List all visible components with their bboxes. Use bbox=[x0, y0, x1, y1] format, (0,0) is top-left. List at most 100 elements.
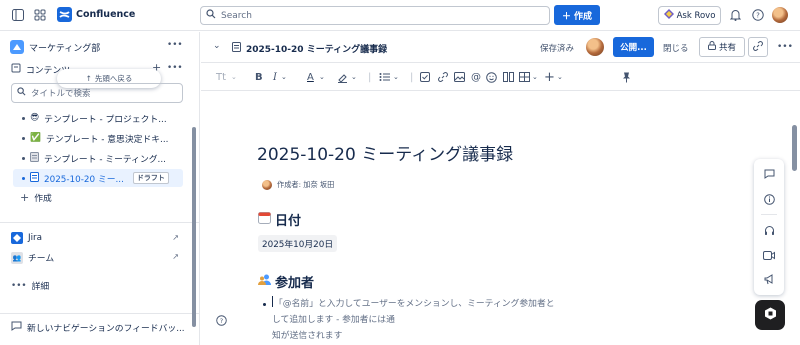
share-button[interactable]: 共有 bbox=[699, 37, 745, 57]
highlight-icon[interactable] bbox=[337, 70, 348, 84]
ask-rovo-label: Ask Rovo bbox=[676, 10, 716, 21]
author-avatar bbox=[262, 180, 272, 190]
date-chip[interactable]: 2025年10月20日 bbox=[258, 235, 338, 252]
user-avatar[interactable] bbox=[772, 7, 788, 23]
bold-icon[interactable]: B bbox=[255, 70, 263, 84]
space-more-icon[interactable]: ••• bbox=[167, 40, 183, 50]
create-button[interactable]: ＋ 作成 bbox=[554, 5, 600, 25]
external-link-icon[interactable]: ↗ bbox=[172, 233, 179, 242]
copy-link-button[interactable] bbox=[748, 37, 768, 57]
close-button[interactable]: 閉じる bbox=[663, 42, 689, 54]
title-search-input[interactable]: タイトルで検索 bbox=[11, 83, 183, 103]
app-name: Confluence bbox=[76, 9, 136, 20]
mention-icon[interactable]: @ bbox=[471, 70, 481, 84]
main-scrollbar[interactable] bbox=[792, 125, 797, 171]
sunglasses-emoji-icon: 😎 bbox=[30, 113, 40, 123]
title-search-placeholder: タイトルで検索 bbox=[31, 89, 91, 99]
video-icon[interactable] bbox=[762, 248, 776, 262]
bullet bbox=[22, 136, 25, 140]
space-icon bbox=[10, 40, 24, 54]
date-heading[interactable]: 日付 bbox=[258, 210, 301, 229]
byline-text: 作成者: 加奈 坂田 bbox=[277, 180, 335, 189]
collaborator-avatar[interactable] bbox=[586, 38, 604, 56]
publish-label: 公開... bbox=[620, 43, 647, 53]
app-switcher-icon[interactable] bbox=[33, 8, 47, 22]
page-tree-item[interactable]: 😎 テンプレート - プロジェクト... bbox=[22, 110, 167, 126]
space-header[interactable]: マーケティング部 bbox=[10, 40, 180, 54]
image-icon[interactable] bbox=[454, 70, 465, 84]
sidebar-item-team[interactable]: 👥 チーム bbox=[11, 251, 54, 264]
announcement-icon[interactable] bbox=[762, 272, 776, 286]
insert-plus-icon[interactable]: + bbox=[544, 70, 555, 85]
pin-toolbar-icon[interactable] bbox=[622, 70, 631, 84]
page-icon bbox=[30, 151, 39, 165]
more-formatting-icon[interactable]: ⌄ bbox=[281, 70, 287, 84]
link-icon[interactable] bbox=[438, 70, 448, 84]
page-header: ⌄ 2025-10-20 ミーティング議事録 保存済み 公開... 閉じる 共有… bbox=[201, 32, 800, 63]
emoji-icon[interactable] bbox=[486, 70, 497, 84]
comment-icon[interactable] bbox=[762, 167, 776, 181]
notifications-bell-icon[interactable] bbox=[728, 8, 742, 22]
rovo-icon bbox=[764, 307, 777, 323]
global-search-input[interactable]: Search bbox=[200, 6, 550, 25]
ask-rovo-button[interactable]: Ask Rovo bbox=[658, 6, 721, 25]
rovo-chat-button[interactable] bbox=[755, 300, 785, 330]
attendees-hint-text: 「@名前」と入力してユーザーをメンションし、ミーティング参加者として追加します … bbox=[272, 299, 555, 325]
more-actions-icon[interactable]: ••• bbox=[777, 42, 793, 52]
arrow-up-icon: ↑ bbox=[85, 74, 92, 83]
confluence-logo[interactable]: Confluence bbox=[57, 7, 135, 22]
page-title[interactable]: 2025-10-20 ミーティング議事録 bbox=[257, 140, 513, 165]
sidebar-item-more[interactable]: ••• 詳細 bbox=[11, 279, 49, 293]
right-action-rail bbox=[754, 159, 784, 295]
search-icon bbox=[206, 9, 216, 22]
chevron-down-icon[interactable]: ⌄ bbox=[213, 41, 221, 51]
headphones-icon[interactable] bbox=[762, 223, 776, 237]
search-icon bbox=[17, 87, 26, 99]
create-label: 作成 bbox=[574, 11, 593, 22]
sidebar-toggle-icon[interactable] bbox=[11, 8, 25, 22]
help-icon[interactable]: ? bbox=[751, 8, 765, 22]
italic-icon[interactable]: I bbox=[273, 70, 277, 84]
page-tree-item[interactable]: テンプレート - ミーティング... bbox=[22, 150, 166, 166]
text-color-icon[interactable]: A bbox=[307, 70, 314, 84]
people-icon bbox=[258, 273, 271, 290]
sidebar-create-item[interactable]: + 作成 bbox=[20, 191, 52, 204]
page-tree-label: テンプレート - プロジェクト... bbox=[44, 114, 167, 125]
sidebar-scrollbar[interactable] bbox=[192, 127, 196, 327]
bullet bbox=[22, 156, 25, 160]
attendees-heading[interactable]: 参加者 bbox=[258, 272, 314, 291]
page-tree-item[interactable]: ✅ テンプレート - 意思決定ドキ... bbox=[22, 130, 168, 146]
content-more-icon[interactable]: ••• bbox=[167, 63, 183, 73]
help-circle-icon[interactable]: ? bbox=[216, 315, 227, 329]
bullet bbox=[263, 303, 266, 306]
attendees-hint-paragraph[interactable]: 「@名前」と入力してユーザーをメンションし、ミーティング参加者として追加します … bbox=[263, 296, 563, 344]
table-icon[interactable] bbox=[519, 70, 530, 84]
chevron-down-icon: ⌄ bbox=[231, 73, 237, 81]
external-link-icon[interactable]: ↗ bbox=[172, 252, 179, 261]
editor-content[interactable]: 2025-10-20 ミーティング議事録 作成者: 加奈 坂田 日付 2025年… bbox=[201, 91, 800, 345]
task-checkbox-icon[interactable] bbox=[420, 70, 430, 84]
publish-button[interactable]: 公開... bbox=[613, 37, 654, 57]
columns-icon[interactable] bbox=[503, 70, 514, 84]
chevron-down-icon: ⌄ bbox=[351, 73, 357, 81]
page-tree-item-active[interactable]: 2025-10-20 ミー... ドラフト bbox=[13, 169, 183, 187]
toolbar-divider: | bbox=[410, 71, 414, 83]
bullet bbox=[22, 176, 25, 180]
attendees-hint-line-2: 知が送信されます bbox=[272, 331, 343, 341]
info-icon[interactable] bbox=[762, 192, 776, 206]
text-style-dropdown[interactable]: Tt bbox=[216, 70, 226, 84]
jira-label: Jira bbox=[28, 233, 43, 243]
team-label: チーム bbox=[28, 254, 55, 264]
divider bbox=[0, 222, 199, 223]
navigation-feedback-link[interactable]: 新しいナビゲーションのフィードバッ... bbox=[11, 321, 185, 334]
bullet-list-icon[interactable] bbox=[379, 70, 391, 84]
sidebar: マーケティング部 ••• コンテンツ + ••• ↑ 先頭へ戻る タイトルで検索… bbox=[0, 32, 200, 345]
calendar-icon bbox=[258, 211, 271, 228]
sidebar-item-jira[interactable]: Jira bbox=[11, 232, 42, 244]
byline: 作成者: 加奈 坂田 bbox=[262, 180, 334, 190]
page-icon bbox=[232, 42, 241, 55]
rovo-icon bbox=[663, 9, 674, 22]
content-icon bbox=[11, 63, 21, 76]
page-tree-label: テンプレート - ミーティング... bbox=[44, 154, 166, 165]
date-heading-text: 日付 bbox=[275, 214, 302, 229]
